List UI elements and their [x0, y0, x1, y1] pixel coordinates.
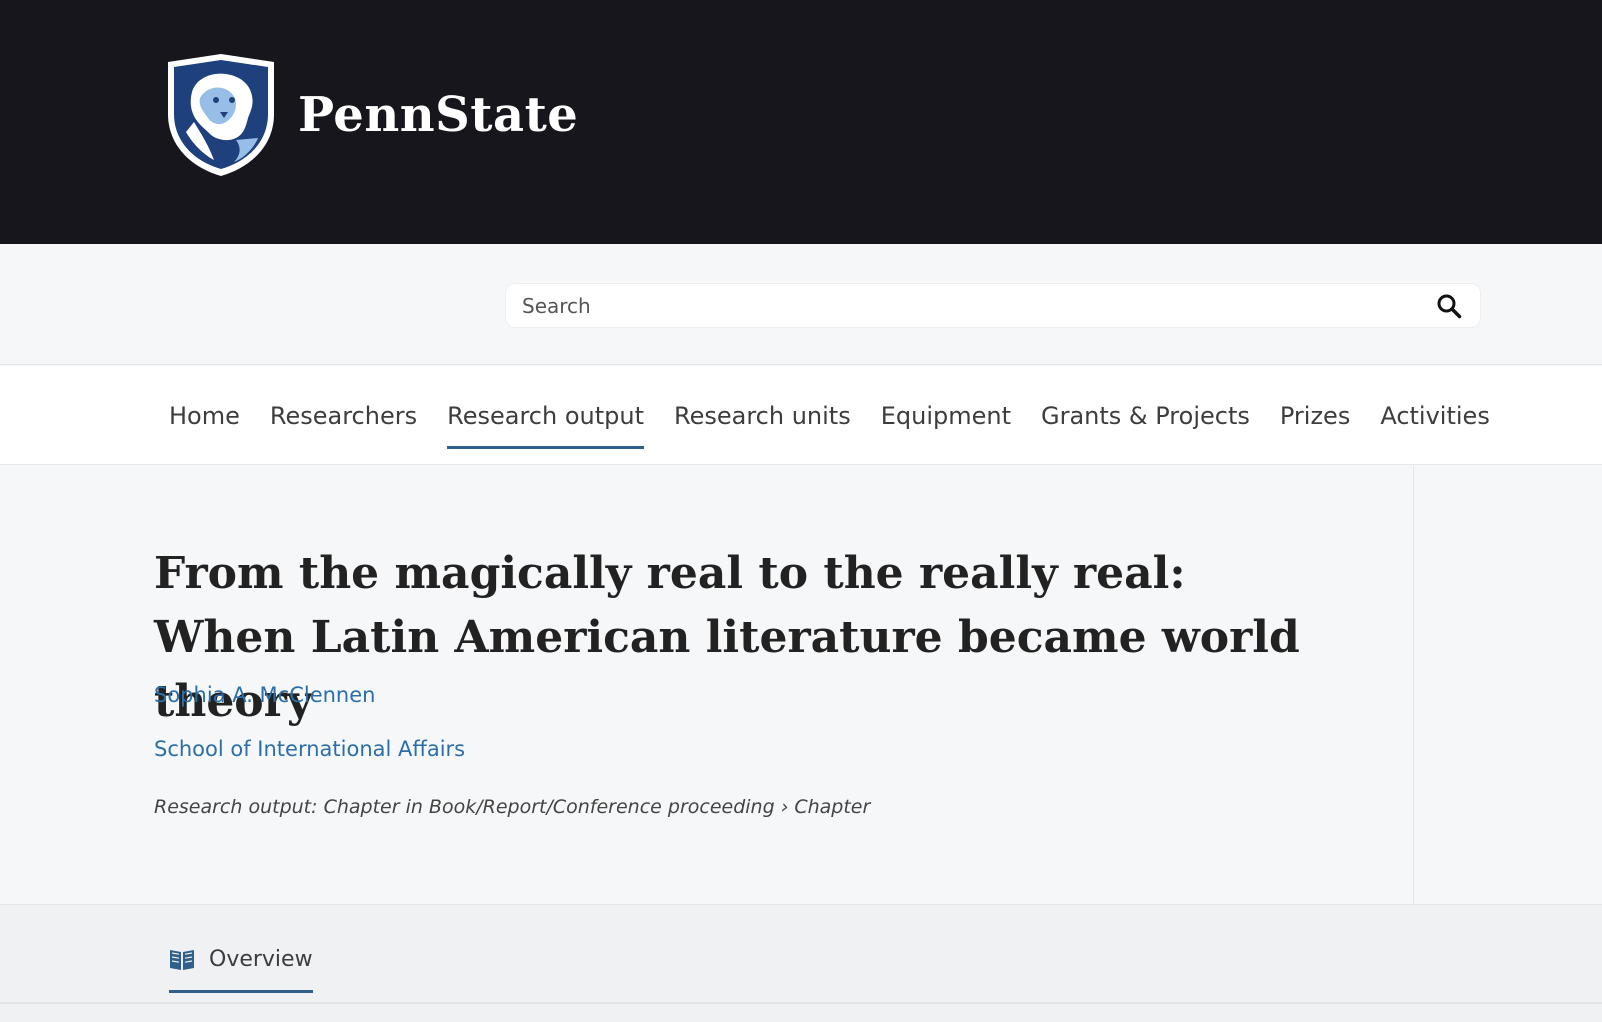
publication-header: From the magically real to the really re… — [0, 466, 1414, 904]
research-unit-link[interactable]: School of International Affairs — [154, 737, 465, 761]
page: PennState Home Researchers Research outp… — [0, 0, 1602, 1022]
search-input[interactable] — [506, 284, 1406, 327]
divider — [0, 1002, 1602, 1004]
shield-lion-icon — [168, 54, 274, 176]
tab-bar: Overview — [0, 904, 1602, 1022]
main-nav: Home Researchers Research output Researc… — [0, 366, 1602, 465]
nav-item-grants-projects[interactable]: Grants & Projects — [1041, 366, 1250, 465]
nav-item-researchers[interactable]: Researchers — [270, 366, 417, 465]
search-icon — [1437, 294, 1462, 319]
nav-item-home[interactable]: Home — [169, 366, 240, 465]
nav-item-activities[interactable]: Activities — [1380, 366, 1490, 465]
nav-list: Home Researchers Research output Researc… — [169, 366, 1520, 465]
nav-item-research-output[interactable]: Research output — [447, 366, 644, 465]
nav-item-prizes[interactable]: Prizes — [1280, 366, 1350, 465]
search-band — [0, 244, 1602, 365]
site-header: PennState — [0, 0, 1602, 244]
search-box — [505, 283, 1481, 328]
side-panel — [1415, 466, 1602, 904]
nav-item-research-units[interactable]: Research units — [674, 366, 851, 465]
pennstate-logo[interactable]: PennState — [164, 52, 578, 178]
author-link[interactable]: Sophia A. McClennen — [154, 683, 375, 707]
output-type: Research output: Chapter in Book/Report/… — [154, 796, 871, 818]
search-button[interactable] — [1424, 286, 1474, 326]
brand-name: PennState — [298, 87, 579, 143]
open-book-icon — [170, 950, 194, 970]
nav-item-equipment[interactable]: Equipment — [881, 366, 1011, 465]
tab-overview-label: Overview — [209, 946, 313, 972]
tab-overview[interactable]: Overview — [169, 925, 313, 993]
